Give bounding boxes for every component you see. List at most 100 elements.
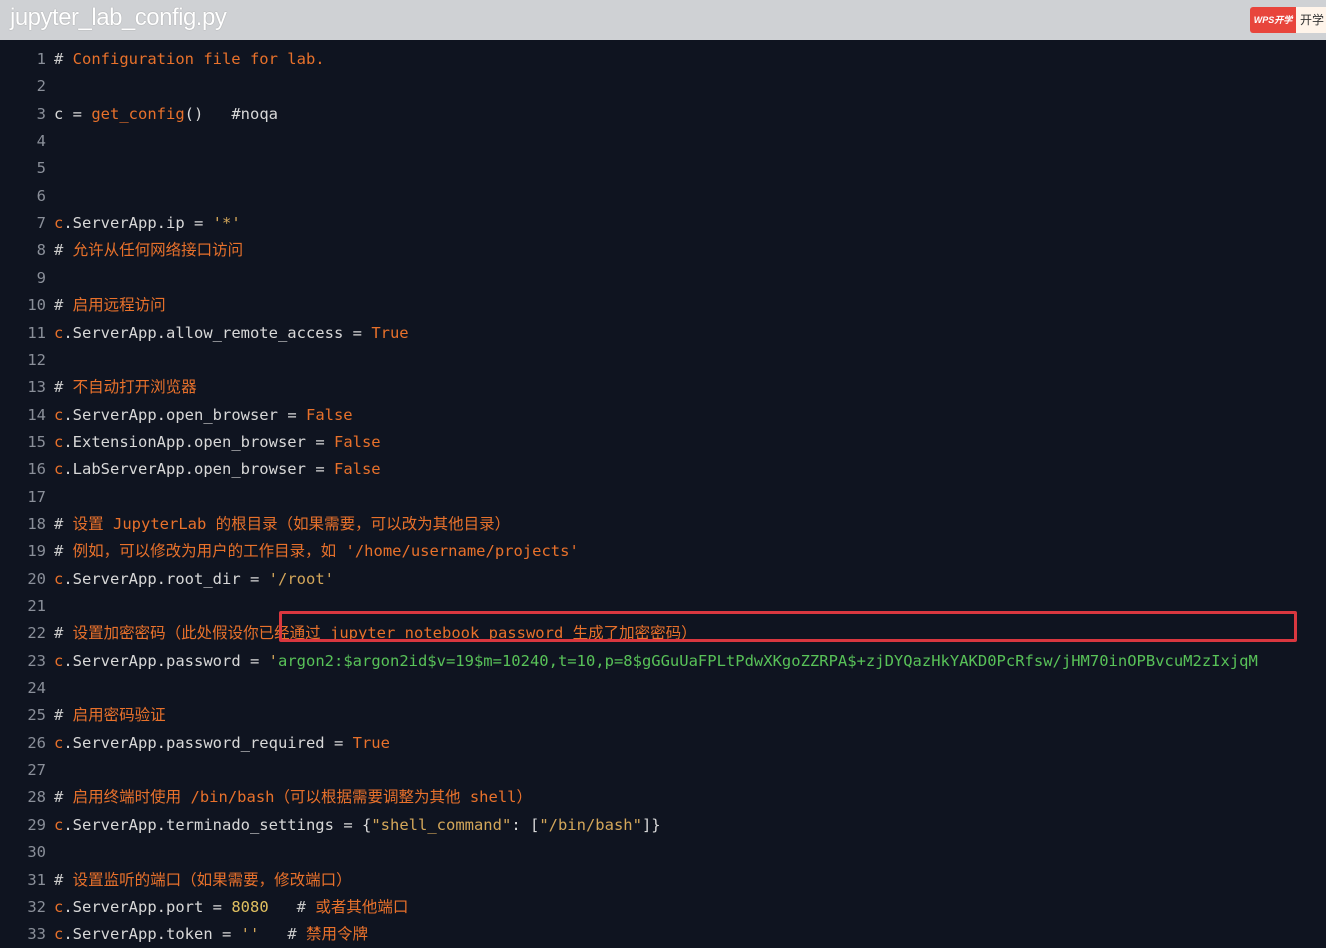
code-line[interactable]: 25 # 启用密码验证 <box>0 702 1326 729</box>
code-token: # <box>296 897 316 916</box>
code-token: # <box>54 241 73 260</box>
code-token: : [ <box>511 815 540 834</box>
code-token: 启用远程访问 <box>72 296 166 315</box>
code-token: c <box>54 104 73 123</box>
code-token: get_config <box>91 104 185 123</box>
code-line[interactable]: 2 <box>0 73 1326 100</box>
code-line[interactable]: 14 c.ServerApp.open_browser = False <box>0 402 1326 429</box>
code-token: = <box>221 925 241 944</box>
code-token: = <box>249 651 269 670</box>
code-line[interactable]: 19 # 例如，可以修改为用户的工作目录，如 '/home/username/pr… <box>0 538 1326 565</box>
code-token: # <box>54 624 73 643</box>
code-line[interactable]: 12 <box>0 347 1326 374</box>
wps-promo-badge[interactable]: WPS开学季 <box>1250 7 1296 51</box>
code-line[interactable]: 13 # 不自动打开浏览器 <box>0 374 1326 401</box>
code-line[interactable]: 10 # 启用远程访问 <box>0 292 1326 319</box>
line-number: 22 <box>27 624 46 643</box>
code-line[interactable]: 23 c.ServerApp.password = 'argon2:$argon2… <box>0 648 1326 675</box>
line-number: 10 <box>27 296 46 315</box>
code-token: '/root' <box>268 569 334 588</box>
window-title: jupyter_lab_config.py <box>10 4 227 31</box>
line-number: 13 <box>27 378 46 397</box>
code-token: # <box>54 296 73 315</box>
line-number: 33 <box>27 925 46 944</box>
code-token: 或者其他端口 <box>315 897 409 916</box>
code-token: .ServerApp.ip <box>63 214 194 233</box>
code-line[interactable]: 17 <box>0 484 1326 511</box>
code-line[interactable]: 28 # 启用终端时使用 /bin/bash（可以根据需要调整为其他 shell） <box>0 784 1326 811</box>
code-token: .ServerApp.password <box>63 651 250 670</box>
code-token: False <box>333 432 381 451</box>
code-line[interactable]: 3c = get_config() #noqa <box>0 101 1326 128</box>
code-token: .ExtensionApp.open_browser <box>63 432 316 451</box>
line-number: 5 <box>36 159 46 178</box>
code-line[interactable]: 9 <box>0 265 1326 292</box>
code-token: "/bin/bash" <box>539 815 642 834</box>
code-token: True <box>352 733 390 752</box>
line-number: 14 <box>27 405 46 424</box>
line-number: 24 <box>27 679 46 698</box>
line-number: 26 <box>27 733 46 752</box>
code-line[interactable]: 7 c.ServerApp.ip = '*' <box>0 210 1326 237</box>
code-line[interactable]: 27 <box>0 757 1326 784</box>
code-token: .LabServerApp.open_browser <box>63 460 316 479</box>
code-text: # Configuration file for lab. <box>54 46 325 73</box>
line-number: 9 <box>36 268 46 287</box>
line-number: 6 <box>36 186 46 205</box>
code-editor[interactable]: 1 # Configuration file for lab. 2 3 c = get_… <box>0 40 1326 945</box>
code-line[interactable]: 20 c.ServerApp.root_dir = '/root' <box>0 566 1326 593</box>
code-line[interactable]: 32 c.ServerApp.port = 8080 # 或者其他端口 <box>0 894 1326 921</box>
code-text: c.ServerApp.password_required = True <box>54 730 390 757</box>
code-token: .ServerApp.open_browser <box>63 405 288 424</box>
code-line[interactable]: 33 c.ServerApp.token = '' # 禁用令牌 <box>0 921 1326 948</box>
code-token: Configuration file for lab. <box>72 50 325 68</box>
password-hash-value: argon2:$argon2id$v=19$m=10240,t=10,p=8$g… <box>278 651 1258 670</box>
code-line[interactable]: 29 c.ServerApp.terminado_settings = {"she… <box>0 812 1326 839</box>
code-token: = <box>194 214 213 233</box>
code-text: # 设置监听的端口（如果需要，修改端口） <box>54 867 352 894</box>
code-token: = <box>343 815 362 834</box>
code-line[interactable]: 24 <box>0 675 1326 702</box>
code-token: '' <box>240 925 260 944</box>
code-token: = <box>72 104 92 123</box>
code-line[interactable]: 11 c.ServerApp.allow_remote_access = True <box>0 320 1326 347</box>
code-token: .ServerApp.terminado_settings <box>63 815 344 834</box>
line-number: 25 <box>27 706 46 725</box>
code-line[interactable]: 5 <box>0 155 1326 182</box>
code-token: 允许从任何网络接口访问 <box>72 241 244 260</box>
code-token: = <box>287 405 306 424</box>
code-text: c.LabServerApp.open_browser = False <box>54 456 381 483</box>
code-line[interactable]: 1 # Configuration file for lab. <box>0 46 1326 73</box>
code-text: c.ServerApp.open_browser = False <box>54 402 353 429</box>
code-token: .ServerApp.port <box>63 897 213 916</box>
code-token: c <box>54 651 64 670</box>
code-text: # 启用密码验证 <box>54 702 166 729</box>
code-text: # 设置 JupyterLab 的根目录（如果需要，可以改为其他目录） <box>54 511 510 538</box>
line-number: 29 <box>27 815 46 834</box>
code-line[interactable]: 18 # 设置 JupyterLab 的根目录（如果需要，可以改为其他目录） <box>0 511 1326 538</box>
line-number: 21 <box>27 597 46 615</box>
code-text: # 不自动打开浏览器 <box>54 374 197 401</box>
code-token: True <box>371 323 409 342</box>
code-line[interactable]: 26 c.ServerApp.password_required = True <box>0 730 1326 757</box>
code-line[interactable]: 30 <box>0 839 1326 866</box>
wps-promo-tab[interactable]: 开学 <box>1296 7 1326 33</box>
code-line[interactable]: 8 # 允许从任何网络接口访问 <box>0 237 1326 264</box>
code-token: # <box>54 50 73 68</box>
code-token: 禁用令牌 <box>306 925 369 944</box>
code-line[interactable]: 6 <box>0 183 1326 210</box>
code-token: = <box>249 569 269 588</box>
code-text: # 允许从任何网络接口访问 <box>54 237 243 264</box>
code-token: c <box>54 460 64 479</box>
code-text: c.ServerApp.terminado_settings = {"shell… <box>54 812 661 839</box>
line-number: 11 <box>27 323 46 342</box>
code-line[interactable]: 31 # 设置监听的端口（如果需要，修改端口） <box>0 867 1326 894</box>
code-line[interactable]: 16 c.LabServerApp.open_browser = False <box>0 456 1326 483</box>
line-number: 31 <box>27 870 46 889</box>
code-token: c <box>54 815 64 834</box>
code-token: '*' <box>212 214 241 233</box>
code-token: # <box>287 925 306 944</box>
code-token: False <box>305 405 353 424</box>
code-line[interactable]: 15 c.ExtensionApp.open_browser = False <box>0 429 1326 456</box>
code-line[interactable]: 4 <box>0 128 1326 155</box>
